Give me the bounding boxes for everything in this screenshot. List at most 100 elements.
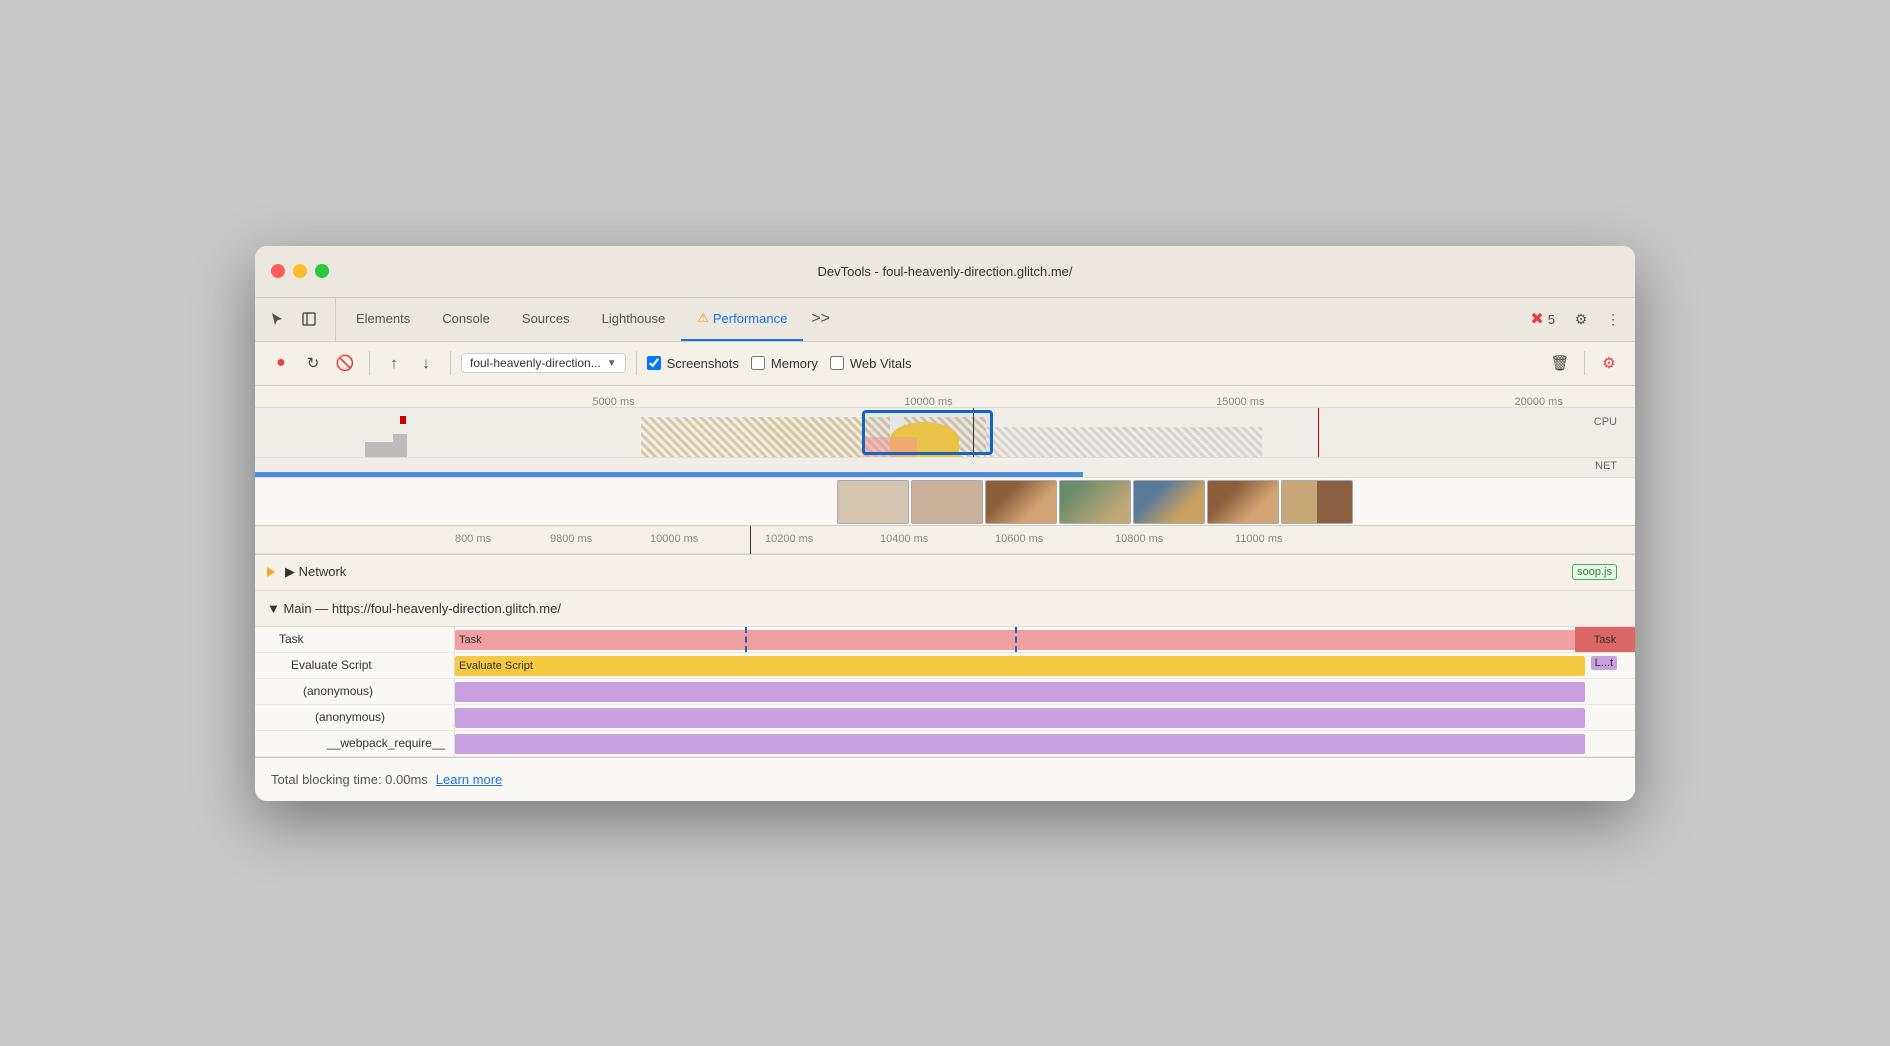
warning-icon: ⚠: [697, 310, 709, 326]
performance-toolbar: ● ↻ 🚫 ↑ ↓ foul-heavenly-direction... ▼ S…: [255, 342, 1635, 386]
flame-content-task: Task Task: [455, 627, 1635, 652]
hatch-1: [641, 417, 889, 456]
dashed-v1: [745, 627, 747, 652]
error-badge-button[interactable]: ✖ 5: [1522, 305, 1563, 333]
dmark-9800: 9800 ms: [550, 533, 592, 545]
flame-label-webpack: __webpack_require__: [255, 731, 455, 756]
flame-content-anon2: [455, 705, 1635, 730]
red-marker: [1318, 408, 1319, 457]
cpu-bar-1: [365, 442, 393, 457]
mark-15000: 15000 ms: [1216, 396, 1264, 408]
download-button[interactable]: ↓: [412, 349, 440, 377]
tab-sources[interactable]: Sources: [506, 298, 586, 341]
network-section-label: ▶ Network: [285, 564, 346, 580]
anon2-bar: [455, 708, 1585, 728]
settings-gear-button[interactable]: ⚙: [1595, 349, 1623, 377]
tabs-container: Elements Console Sources Lighthouse ⚠ Pe…: [340, 298, 1522, 341]
dashed-v2: [1015, 627, 1017, 652]
traffic-lights: [271, 264, 329, 278]
cpu-bar-2: [393, 434, 407, 456]
learn-more-link[interactable]: Learn more: [436, 772, 502, 787]
cpu-track: CPU: [255, 408, 1635, 458]
upload-button[interactable]: ↑: [380, 349, 408, 377]
mark-20000: 20000 ms: [1515, 396, 1563, 408]
dmark-10200: 10200 ms: [765, 533, 813, 545]
flame-row-anon1: (anonymous): [255, 679, 1635, 705]
flame-label-task: Task: [255, 627, 455, 652]
screenshot-3: [985, 480, 1057, 524]
screenshots-checkbox-group[interactable]: Screenshots: [647, 356, 739, 371]
flame-row-anon2: (anonymous): [255, 705, 1635, 731]
settings-button[interactable]: ⚙: [1567, 305, 1595, 333]
web-vitals-checkbox-group[interactable]: Web Vitals: [830, 356, 912, 371]
maximize-button[interactable]: [315, 264, 329, 278]
devtools-window: DevTools - foul-heavenly-direction.glitc…: [255, 246, 1635, 801]
dmark-10800: 10800 ms: [1115, 533, 1163, 545]
screenshot-7: [1281, 480, 1353, 524]
tab-performance[interactable]: ⚠ Performance: [681, 298, 803, 341]
record-button[interactable]: ●: [267, 349, 295, 377]
main-section-label: ▼ Main — https://foul-heavenly-direction…: [267, 601, 561, 616]
tab-console[interactable]: Console: [426, 298, 506, 341]
network-section-header[interactable]: ▶ Network soop.js: [255, 555, 1635, 591]
webpack-bar: [455, 734, 1585, 754]
hatch-3: [986, 427, 1262, 456]
detail-ruler-inner: 800 ms 9800 ms 10000 ms 10200 ms 10400 m…: [455, 526, 1635, 553]
tab-bar: Elements Console Sources Lighthouse ⚠ Pe…: [255, 298, 1635, 342]
net-label: NET: [1595, 460, 1617, 472]
tab-bar-right: ✖ 5 ⚙ ⋮: [1522, 298, 1627, 341]
screenshot-6: [1207, 480, 1279, 524]
task-end-bar: Task: [1575, 627, 1635, 652]
url-selector[interactable]: foul-heavenly-direction... ▼: [461, 353, 626, 373]
flame-content-evaluate: Evaluate Script L...t: [455, 653, 1635, 678]
flame-rows: Task Task Task Evaluate Script: [255, 627, 1635, 757]
screenshots-track: [255, 478, 1635, 526]
flame-row-webpack: __webpack_require__: [255, 731, 1635, 757]
dmark-10000: 10000 ms: [650, 533, 698, 545]
dmark-10600: 10600 ms: [995, 533, 1043, 545]
detail-cursor: [750, 526, 751, 554]
flame-content-anon1: [455, 679, 1635, 704]
flame-label-evaluate: Evaluate Script: [255, 653, 455, 678]
blocking-time-text: Total blocking time: 0.00ms: [271, 772, 428, 787]
clear-button[interactable]: 🚫: [331, 349, 359, 377]
screenshot-4: [1059, 480, 1131, 524]
flame-content-webpack: [455, 731, 1635, 756]
overview-ruler: 5000 ms 10000 ms 15000 ms 20000 ms: [255, 386, 1635, 408]
cursor-icon[interactable]: [263, 305, 291, 333]
close-button[interactable]: [271, 264, 285, 278]
selection-box: [862, 410, 993, 455]
more-tabs-button[interactable]: >>: [803, 298, 838, 341]
dock-icon[interactable]: [295, 305, 323, 333]
flame-row-task: Task Task Task: [255, 627, 1635, 653]
separator-3: [636, 351, 637, 375]
trash-button[interactable]: 🗑: [1546, 349, 1574, 377]
net-bar: [255, 472, 1083, 477]
screenshot-1: [837, 480, 909, 524]
separator-4: [1584, 351, 1585, 375]
tab-elements[interactable]: Elements: [340, 298, 426, 341]
l-t-badge: L...t: [1591, 656, 1617, 670]
more-options-button[interactable]: ⋮: [1599, 305, 1627, 333]
task-label-text: Task: [279, 632, 304, 646]
reload-button[interactable]: ↻: [299, 349, 327, 377]
timeline-overview[interactable]: 5000 ms 10000 ms 15000 ms 20000 ms CPU: [255, 386, 1635, 526]
minimize-button[interactable]: [293, 264, 307, 278]
toolbar-right: 🗑 ⚙: [1546, 349, 1623, 377]
anon1-bar: [455, 682, 1585, 702]
screenshot-5: [1133, 480, 1205, 524]
tab-lighthouse[interactable]: Lighthouse: [586, 298, 682, 341]
memory-checkbox-group[interactable]: Memory: [751, 356, 818, 371]
cpu-label: CPU: [1594, 416, 1617, 428]
screenshots-checkbox[interactable]: [647, 356, 661, 370]
mark-5000: 5000 ms: [592, 396, 634, 408]
flame-row-evaluate: Evaluate Script Evaluate Script L...t: [255, 653, 1635, 679]
window-title: DevTools - foul-heavenly-direction.glitc…: [817, 264, 1072, 279]
cpu-flag: [400, 416, 406, 424]
mark-10000: 10000 ms: [904, 396, 952, 408]
flame-label-anon1: (anonymous): [255, 679, 455, 704]
memory-checkbox[interactable]: [751, 356, 765, 370]
web-vitals-checkbox[interactable]: [830, 356, 844, 370]
separator-2: [450, 351, 451, 375]
separator-1: [369, 351, 370, 375]
